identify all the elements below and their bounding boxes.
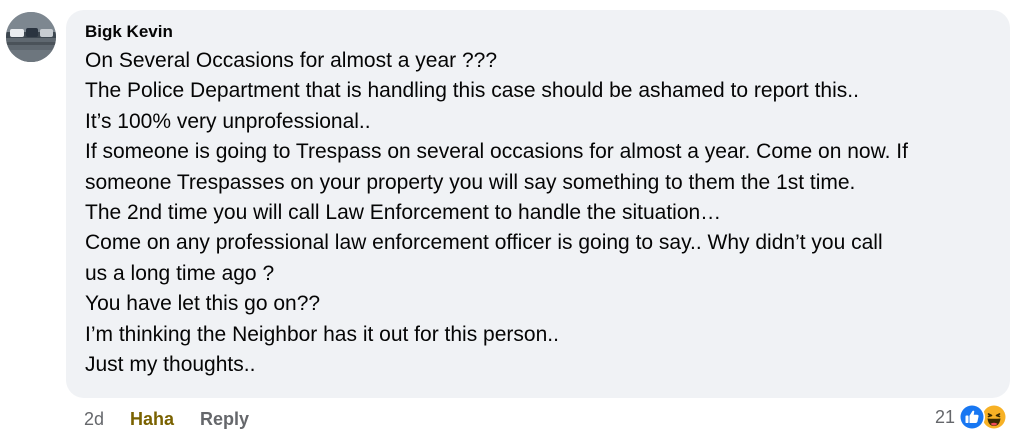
comment-text-line: someone Trespasses on your property you …: [85, 170, 856, 194]
comment-text-line: Come on any professional law enforcement…: [85, 231, 883, 255]
comment-text-line: I’m thinking the Neighbor has it out for…: [85, 322, 559, 346]
comment-container: Bigk Kevin On Several Occasions for almo…: [0, 0, 1024, 439]
avatar[interactable]: [6, 12, 56, 62]
reply-button[interactable]: Reply: [200, 409, 249, 430]
comment-text-line: Just my thoughts..: [85, 353, 256, 377]
comment-text-line: If someone is going to Trespass on sever…: [85, 140, 908, 164]
comment-actions: 2d Haha Reply: [84, 406, 249, 432]
comment-author[interactable]: Bigk Kevin: [85, 21, 991, 43]
haha-reaction-button[interactable]: Haha: [130, 409, 174, 430]
comment-timestamp[interactable]: 2d: [84, 409, 104, 430]
comment-text-line: us a long time ago ?: [85, 261, 275, 285]
comment-text-line: It’s 100% very unprofessional..: [85, 109, 371, 133]
reaction-count: 21: [934, 406, 955, 427]
avatar-photo: [6, 12, 56, 62]
reaction-summary[interactable]: 21: [935, 403, 1008, 431]
like-icon: [958, 403, 986, 431]
comment-text-line: The Police Department that is handling t…: [85, 79, 859, 103]
reaction-icons: [958, 403, 1008, 431]
comment-text-line: The 2nd time you will call Law Enforceme…: [85, 201, 722, 225]
comment-bubble: Bigk Kevin On Several Occasions for almo…: [66, 10, 1010, 398]
comment-text-line: You have let this go on??: [85, 292, 321, 316]
comment-text-line: On Several Occasions for almost a year ?…: [85, 49, 498, 72]
